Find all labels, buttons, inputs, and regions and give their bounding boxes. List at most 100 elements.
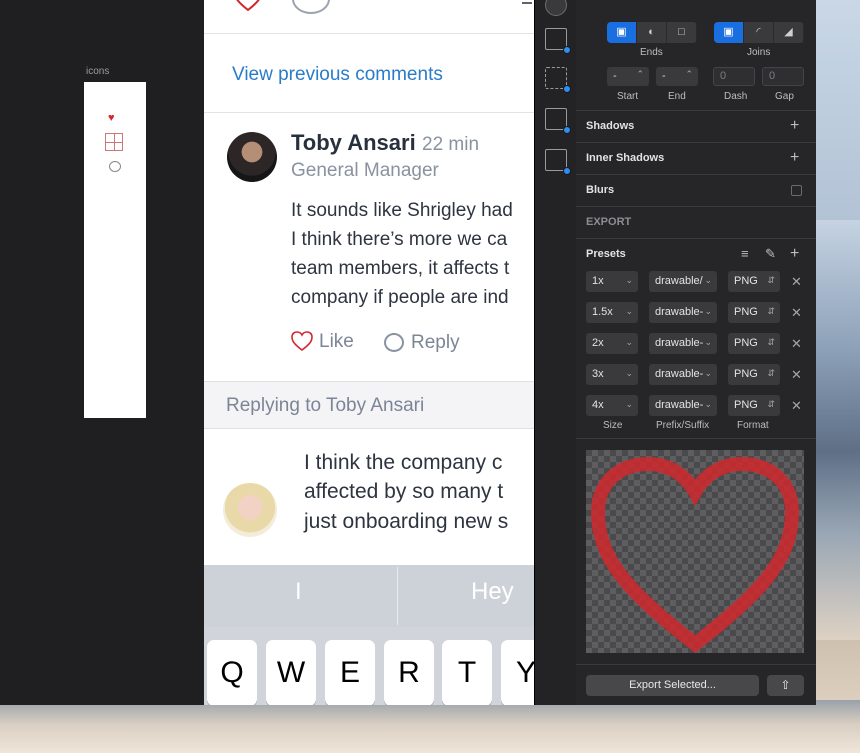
add-shadow-icon[interactable]: + (790, 118, 799, 134)
square-end-icon[interactable]: □ (667, 22, 697, 43)
gap-label: Gap (775, 91, 794, 102)
view-previous-comments-link[interactable]: View previous comments (232, 64, 443, 86)
comment-text-line: company if people are ind (291, 287, 509, 308)
replying-to-label: Replying to Toby Ansari (226, 395, 425, 416)
desktop-background (0, 700, 860, 753)
joins-segmented-control[interactable]: ▣ ◜ ◢ (714, 22, 804, 43)
add-preset-icon[interactable]: + (790, 246, 799, 262)
suggestion-word[interactable]: Hey (471, 578, 514, 606)
prefix-select[interactable]: drawable/⌄ (649, 271, 717, 292)
size-select[interactable]: 2x ⌄ (586, 333, 638, 354)
prefix-select[interactable]: drawable- ⌄ (649, 364, 717, 385)
ends-label: Ends (640, 47, 663, 58)
size-select[interactable]: 1.5x ⌄ (586, 302, 638, 323)
format-select[interactable]: PNG ⇵ (728, 302, 780, 323)
remove-row-icon[interactable]: ✕ (791, 367, 802, 383)
brush-icon[interactable]: ✎ (765, 246, 776, 262)
more-icon[interactable] (522, 2, 532, 4)
like-button[interactable]: Like (319, 331, 354, 353)
like-heart-icon[interactable] (291, 331, 313, 351)
prefix-select[interactable]: drawable- ⌄ (649, 333, 717, 354)
dash-label: Dash (724, 91, 748, 102)
comment-text-line: team members, it affects t (291, 258, 510, 279)
artboard-label[interactable]: icons (86, 66, 109, 77)
heart-icon[interactable]: ♥ (108, 112, 115, 124)
reply-button[interactable]: Reply (411, 332, 460, 354)
comment-time: 22 min (422, 134, 480, 155)
share-icon[interactable]: ⇧ (767, 675, 804, 696)
size-select[interactable]: 1x ⌄ (586, 271, 638, 292)
comment-bubble-icon[interactable] (109, 161, 121, 172)
size-column-label: Size (603, 420, 623, 431)
start-label: Start (617, 91, 639, 102)
remove-row-icon[interactable]: ✕ (791, 305, 802, 321)
dash-field[interactable]: 0 (713, 67, 755, 86)
key-w[interactable]: W (266, 640, 316, 705)
compose-text-line[interactable]: affected by so many t (304, 480, 503, 504)
size-select[interactable]: 3x ⌄ (586, 364, 638, 385)
remove-row-icon[interactable]: ✕ (791, 398, 802, 414)
divider (576, 174, 816, 175)
reply-bubble-icon[interactable] (384, 333, 404, 352)
heart-preview-icon (590, 456, 800, 653)
design-canvas[interactable]: icons ♥ (0, 0, 204, 705)
remove-row-icon[interactable]: ✕ (791, 336, 802, 352)
avatar[interactable] (223, 483, 277, 537)
key-q[interactable]: Q (207, 640, 257, 705)
comment-author[interactable]: Toby Ansari (291, 130, 416, 156)
miter-join-icon[interactable]: ▣ (714, 22, 744, 43)
prefix-select[interactable]: drawable- ⌄ (649, 395, 717, 416)
author-role: General Manager (291, 160, 439, 181)
size-select[interactable]: 4x ⌄ (586, 395, 638, 416)
ends-segmented-control[interactable]: ▣ ◐ □ (607, 22, 697, 43)
comment-text-line: It sounds like Shrigley had (291, 200, 513, 221)
grid-icon[interactable] (105, 133, 123, 151)
sliders-icon[interactable]: ≡ (741, 246, 749, 261)
format-select[interactable]: PNG ⇵ (728, 364, 780, 385)
format-select[interactable]: PNG ⇵ (728, 271, 780, 292)
blurs-section[interactable]: Blurs (586, 184, 614, 196)
key-y[interactable]: Y (501, 640, 534, 705)
add-inner-shadow-icon[interactable]: + (790, 150, 799, 166)
divider (576, 438, 816, 439)
shadows-section[interactable]: Shadows (586, 120, 634, 132)
key-e[interactable]: E (325, 640, 375, 705)
suggestion-divider (397, 567, 398, 625)
bevel-join-icon[interactable]: ◢ (774, 22, 804, 43)
joins-label: Joins (747, 47, 771, 58)
image-icon[interactable] (545, 149, 571, 175)
inner-shadows-section[interactable]: Inner Shadows (586, 152, 664, 164)
start-arrow-select[interactable]: - (607, 67, 649, 86)
round-end-icon[interactable]: ◐ (637, 22, 667, 43)
format-column-label: Format (737, 420, 769, 431)
icons-artboard[interactable]: ♥ (84, 82, 146, 418)
inspector-toolstrip (534, 0, 576, 705)
round-join-icon[interactable]: ◜ (744, 22, 774, 43)
key-t[interactable]: T (442, 640, 492, 705)
heart-outline-icon[interactable] (234, 0, 262, 12)
remove-row-icon[interactable]: ✕ (791, 274, 802, 290)
avatar[interactable] (227, 132, 277, 182)
end-label: End (668, 91, 686, 102)
compose-text-line[interactable]: just onboarding new s (304, 510, 508, 534)
key-r[interactable]: R (384, 640, 434, 705)
divider (576, 238, 816, 239)
prefix-select[interactable]: drawable- ⌄ (649, 302, 717, 323)
suggestion-word[interactable]: I (295, 578, 302, 606)
export-selected-button[interactable]: Export Selected... (586, 675, 759, 696)
compose-text-line[interactable]: I think the company c (304, 451, 502, 475)
component-icon[interactable] (545, 0, 567, 16)
layout-icon[interactable] (545, 28, 571, 54)
divider (576, 142, 816, 143)
format-select[interactable]: PNG ⇵ (728, 333, 780, 354)
prototype-icon[interactable] (545, 108, 571, 134)
end-arrow-select[interactable]: - (656, 67, 698, 86)
format-select[interactable]: PNG ⇵ (728, 395, 780, 416)
gap-field[interactable]: 0 (762, 67, 804, 86)
comment-bubble-icon[interactable] (292, 0, 330, 14)
export-header: EXPORT (586, 216, 632, 228)
blur-toggle[interactable] (791, 185, 802, 196)
divider (576, 110, 816, 111)
resize-icon[interactable] (545, 67, 571, 93)
butt-end-icon[interactable]: ▣ (607, 22, 637, 43)
